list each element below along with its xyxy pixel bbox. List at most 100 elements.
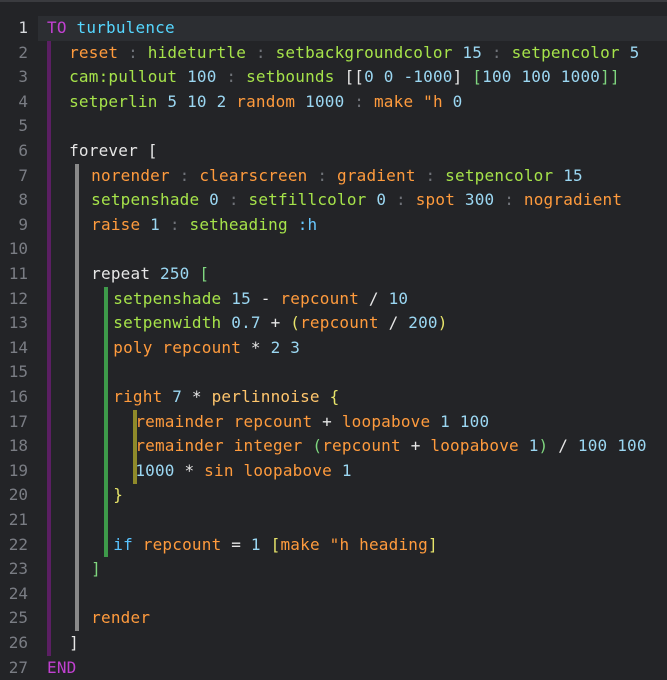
line-number: 21 — [8, 510, 28, 529]
code-line[interactable]: } — [113, 483, 123, 508]
token: ] — [427, 534, 438, 554]
token: 1000 — [135, 460, 175, 480]
line-number: 1 — [18, 18, 28, 37]
token: 1 — [150, 214, 161, 234]
code-line[interactable]: raise 1 : setheading :h — [91, 213, 317, 238]
line-number: 22 — [8, 534, 28, 554]
indent-guide-procedure — [47, 40, 51, 656]
token: 0 — [376, 190, 387, 210]
code-line[interactable]: poly repcount * 2 3 — [113, 336, 300, 361]
token: [ — [472, 67, 483, 87]
code-line[interactable]: cam:pullout 100 : setbounds [[0 0 -1000]… — [69, 65, 620, 90]
token: render — [91, 608, 151, 628]
token: make — [280, 534, 320, 554]
line-number: 3 — [18, 67, 28, 87]
token: reset — [69, 42, 119, 62]
code-line[interactable]: forever [ — [69, 139, 158, 164]
code-line[interactable]: 1000 * sin loopabove 1 — [135, 459, 351, 484]
code-line[interactable]: norender : clearscreen : gradient : setp… — [91, 164, 583, 189]
code-line[interactable]: END — [47, 656, 77, 680]
token: : — [246, 42, 276, 62]
token: 7 — [172, 387, 183, 406]
token: 100 100 1000 — [482, 67, 601, 87]
line-number: 27 — [8, 657, 28, 677]
token: 0 — [209, 190, 220, 210]
token: * — [174, 460, 205, 480]
token: setheading — [189, 214, 288, 234]
token: setbounds — [246, 67, 335, 87]
code-line[interactable]: if repcount = 1 [make "h heading] — [113, 533, 438, 558]
code-line[interactable]: remainder repcount + loopabove 1 100 — [135, 410, 489, 435]
token: :h — [297, 214, 318, 234]
code-line[interactable]: reset : hideturtle : setbackgroundcolor … — [69, 41, 639, 66]
token: ]] — [600, 67, 620, 87]
token: remainder — [135, 411, 224, 431]
code-line[interactable]: ] — [91, 557, 101, 582]
code-editor[interactable]: 1 TO turbulence 2 reset : hideturtle : setb… — [0, 0, 667, 680]
token: ) — [538, 436, 549, 456]
code-line[interactable]: render — [91, 606, 150, 631]
line-number: 10 — [8, 239, 28, 259]
token: : — [494, 190, 524, 210]
token: sin — [204, 460, 234, 480]
code-line[interactable]: remainder integer (repcount + loopabove … — [135, 434, 646, 459]
code-line[interactable]: TO turbulence — [47, 16, 175, 41]
token: 100 — [187, 67, 217, 87]
token: + — [260, 313, 291, 333]
code-line[interactable]: ] — [69, 631, 79, 656]
token: + — [312, 411, 342, 431]
token: repcount — [233, 411, 313, 431]
line-number: 20 — [8, 485, 28, 505]
token: 1000 — [305, 91, 345, 111]
line-number: 17 — [8, 411, 28, 431]
token: setpenshade — [91, 190, 200, 210]
line-number: 16 — [8, 387, 28, 406]
code-line[interactable]: repeat 250 [ — [91, 262, 209, 287]
code-line[interactable]: setperlin 5 10 2 random 1000 : make "h 0 — [69, 90, 462, 115]
token: perlinnoise — [211, 387, 320, 406]
token: * — [241, 337, 271, 357]
token: : — [386, 190, 416, 210]
token: 0 0 -1000 — [364, 67, 453, 87]
line-number: 23 — [8, 559, 28, 579]
code-line[interactable]: setpenshade 0 : setfillcolor 0 : spot 30… — [91, 188, 622, 213]
token: setpenshade — [113, 288, 222, 308]
token: / — [548, 436, 578, 456]
token: repcount — [280, 288, 360, 308]
token: gradient — [337, 165, 416, 185]
token: norender — [91, 165, 170, 185]
line-number: 25 — [8, 608, 28, 628]
code-line[interactable]: right 7 * perlinnoise { — [113, 385, 339, 410]
token: 15 — [231, 288, 251, 308]
token: right — [113, 387, 163, 406]
token: 0 — [452, 91, 463, 111]
code-line[interactable]: setpenwidth 0.7 + (repcount / 200) — [113, 311, 447, 336]
token: / — [359, 288, 389, 308]
line-number: 14 — [8, 337, 28, 357]
token: 15 — [563, 165, 583, 185]
code-line[interactable]: setpenshade 15 - repcount / 10 — [113, 287, 408, 312]
token: poly — [113, 337, 153, 357]
token: ] — [452, 67, 463, 87]
token: 10 — [388, 288, 409, 308]
line-number: 6 — [18, 141, 28, 160]
token: [ — [270, 534, 281, 554]
token: : — [344, 91, 374, 111]
